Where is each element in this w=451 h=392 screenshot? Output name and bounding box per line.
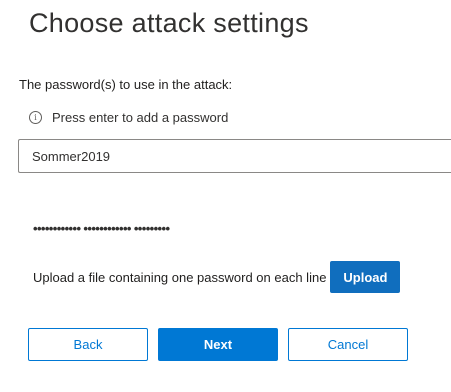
next-button[interactable]: Next	[158, 328, 278, 361]
upload-button[interactable]: Upload	[330, 261, 401, 293]
info-icon: i	[29, 111, 42, 124]
page-title: Choose attack settings	[29, 8, 309, 38]
passwords-section-label: The password(s) to use in the attack:	[19, 77, 233, 92]
back-button[interactable]: Back	[28, 328, 148, 361]
upload-row: Upload a file containing one password on…	[33, 261, 401, 293]
masked-passwords-list: •••••••••••• •••••••••••• •••••••••	[33, 221, 170, 236]
password-hint: i Press enter to add a password	[29, 110, 228, 125]
password-hint-text: Press enter to add a password	[52, 110, 229, 125]
password-input[interactable]	[18, 139, 451, 173]
upload-instructions: Upload a file containing one password on…	[33, 269, 327, 285]
cancel-button[interactable]: Cancel	[288, 328, 408, 361]
